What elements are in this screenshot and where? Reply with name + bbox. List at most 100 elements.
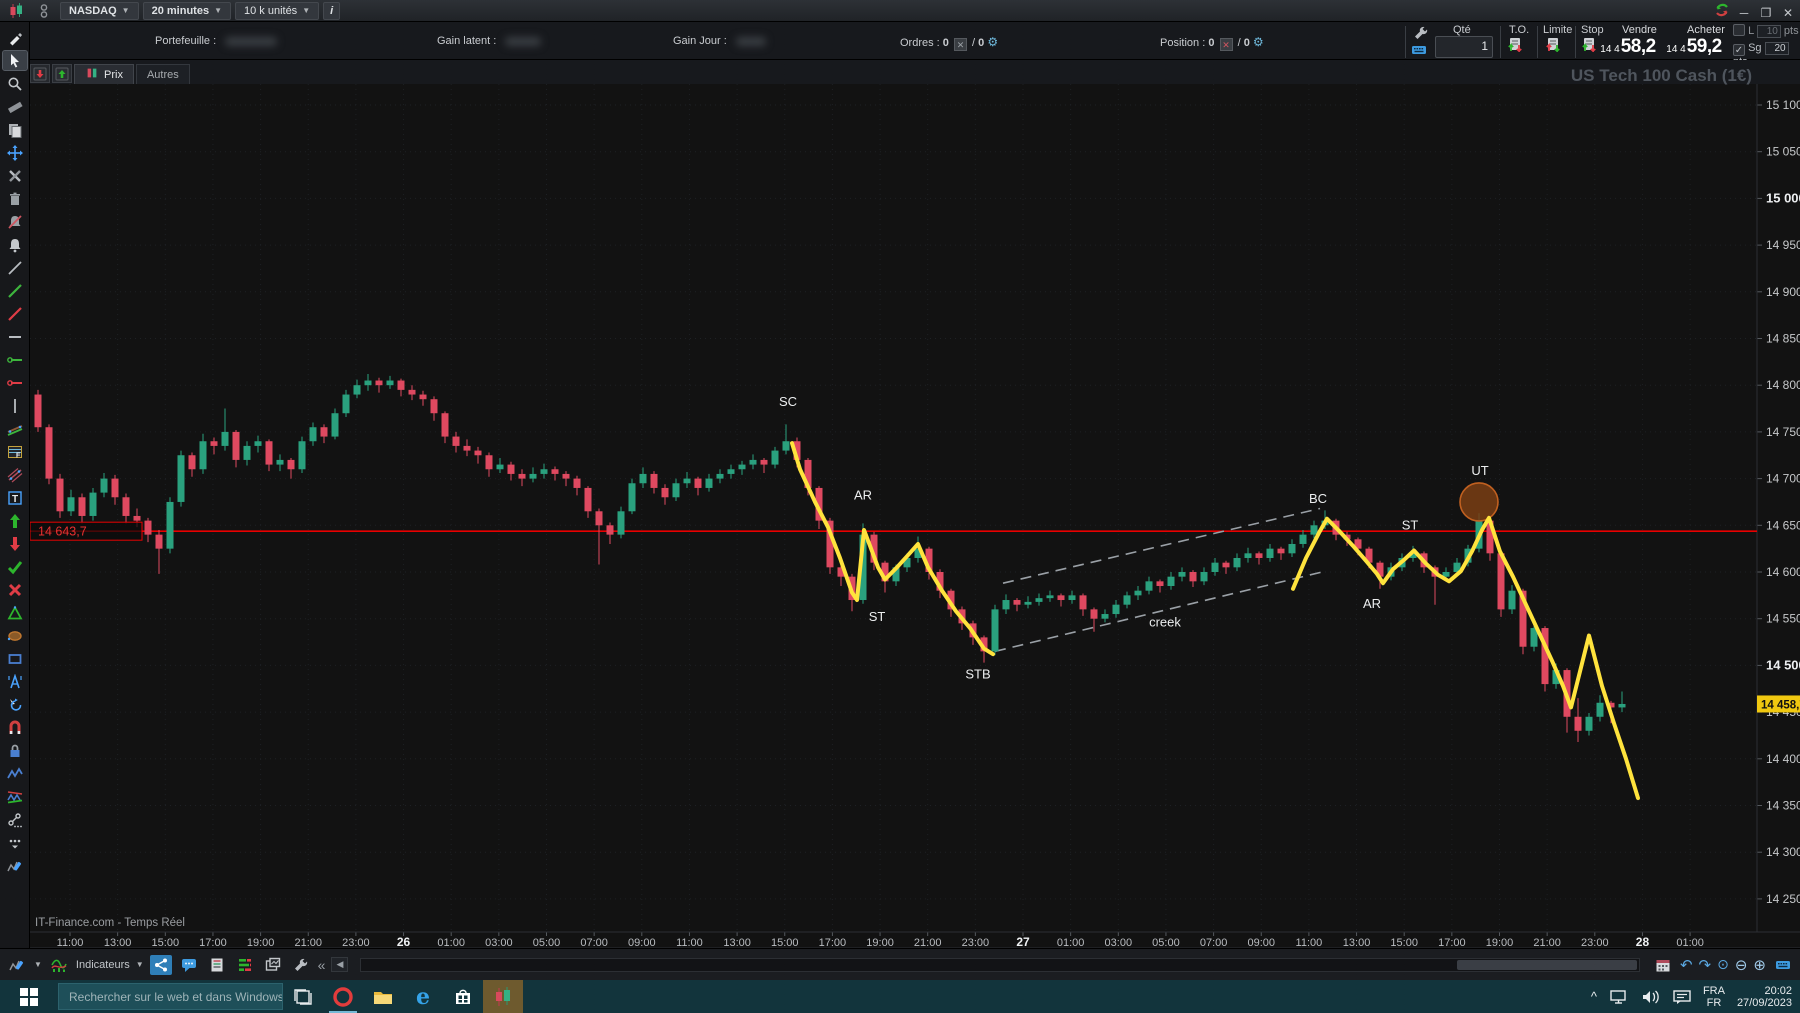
horizontal-line-icon[interactable] [3, 327, 27, 346]
settings-wrench-icon[interactable] [290, 955, 312, 975]
trend-line-green-icon[interactable] [3, 281, 27, 300]
limit-order-icon[interactable] [1545, 36, 1561, 57]
zoom-in-icon[interactable]: ⊕ [1753, 956, 1766, 974]
annotation-sc[interactable]: SC [779, 394, 797, 409]
units-selector[interactable]: 10 k unités ▼ [235, 2, 319, 20]
annotation-bc[interactable]: BC [1309, 491, 1327, 506]
link-icon[interactable] [3, 810, 27, 829]
cancel-orders-icon[interactable]: ✕ [954, 38, 967, 51]
sell-button[interactable]: 14 4 58,2 [1597, 36, 1659, 60]
ellipse-icon[interactable] [3, 626, 27, 645]
calendar-icon[interactable] [1652, 955, 1674, 975]
copy-icon[interactable] [3, 120, 27, 139]
tray-expand-icon[interactable]: ^ [1591, 989, 1597, 1004]
task-view-button[interactable] [283, 980, 323, 1013]
buy-button[interactable]: 14 4 59,2 [1663, 36, 1725, 60]
popup-window-icon[interactable] [262, 955, 284, 975]
select-cursor-icon[interactable] [3, 51, 27, 70]
cross-icon[interactable] [3, 580, 27, 599]
close-position-icon[interactable]: ✕ [1220, 38, 1233, 51]
scroll-left-button[interactable]: ◀ [331, 957, 348, 972]
comment-icon[interactable] [178, 955, 200, 975]
taskbar-app-trading[interactable] [483, 980, 523, 1013]
minimize-button[interactable]: ─ [1736, 6, 1752, 20]
chart-scrollbar[interactable] [360, 958, 1640, 972]
magnet-icon[interactable] [3, 718, 27, 737]
indicateurs-label[interactable]: Indicateurs [76, 959, 130, 971]
turbo-order-icon[interactable] [1507, 36, 1523, 57]
news-icon[interactable] [206, 955, 228, 975]
annotation-ar[interactable]: AR [1363, 596, 1381, 611]
network-icon[interactable] [1609, 989, 1629, 1005]
ut-circle-marker[interactable] [1460, 483, 1498, 521]
ruler-icon[interactable] [3, 97, 27, 116]
instrument-selector[interactable]: NASDAQ ▼ [60, 2, 139, 20]
qty-input[interactable]: 1 [1435, 36, 1493, 58]
scrollbar-thumb[interactable] [1457, 960, 1637, 970]
candlestick-chart[interactable]: 11:0013:0015:0017:0019:0021:0023:002601:… [30, 84, 1800, 948]
taskbar-app-explorer[interactable] [363, 980, 403, 1013]
annotation-st[interactable]: ST [1402, 517, 1419, 532]
rectangle-icon[interactable] [3, 649, 27, 668]
fibonacci-icon[interactable]: F [3, 442, 27, 461]
zoom-icon[interactable] [3, 74, 27, 93]
measure-icon[interactable] [3, 672, 27, 691]
annotation-ut[interactable]: UT [1471, 463, 1488, 478]
chart-edit-icon[interactable] [6, 955, 28, 975]
zigzag-icon[interactable] [3, 764, 27, 783]
orders-settings-icon[interactable]: ⚙ [987, 35, 998, 49]
trash-icon[interactable] [3, 189, 27, 208]
rotate-icon[interactable] [3, 695, 27, 714]
lock-icon[interactable] [3, 741, 27, 760]
chart-background[interactable] [30, 84, 1800, 948]
alarm-icon[interactable] [3, 235, 27, 254]
tools-icon[interactable] [3, 166, 27, 185]
move-icon[interactable] [3, 143, 27, 162]
horizontal-ray-red-icon[interactable] [3, 373, 27, 392]
close-button[interactable]: ✕ [1780, 6, 1796, 20]
clock[interactable]: 20:02 27/09/2023 [1737, 985, 1792, 1009]
l-checkbox[interactable] [1733, 24, 1745, 36]
info-button[interactable]: i [323, 2, 340, 20]
buy-arrow-icon[interactable] [52, 64, 72, 83]
layout-toggle-icon[interactable] [32, 1, 56, 20]
stop-order-icon[interactable] [1581, 36, 1597, 57]
arrow-up-icon[interactable] [3, 511, 27, 530]
vertical-line-icon[interactable] [3, 396, 27, 415]
redo-icon[interactable]: ↷ [1699, 956, 1712, 974]
arrow-down-icon[interactable] [3, 534, 27, 553]
start-button[interactable] [0, 980, 58, 1013]
draw-pencil-icon[interactable] [3, 28, 27, 47]
taskbar-app-edge[interactable]: e [403, 980, 443, 1013]
pitchfork-icon[interactable] [3, 465, 27, 484]
language-indicator[interactable]: FRA FR [1703, 985, 1725, 1009]
sg-pts-input[interactable]: 20 [1765, 42, 1789, 55]
trend-line-icon[interactable] [3, 258, 27, 277]
pattern-icon[interactable] [3, 787, 27, 806]
horizontal-ray-green-icon[interactable] [3, 350, 27, 369]
position-settings-icon[interactable]: ⚙ [1253, 35, 1264, 49]
zoom-reset-icon[interactable]: ⊙ [1717, 956, 1729, 973]
channel-icon[interactable] [3, 419, 27, 438]
notifications-icon[interactable] [1673, 989, 1691, 1005]
check-icon[interactable] [3, 557, 27, 576]
alarm-off-icon[interactable] [3, 212, 27, 231]
search-input[interactable]: Rechercher sur le web et dans Windows [58, 983, 283, 1010]
triangle-icon[interactable] [3, 603, 27, 622]
l-pts-input[interactable]: 10 [1757, 25, 1781, 38]
more-icon[interactable] [3, 833, 27, 852]
volume-icon[interactable] [1641, 989, 1661, 1005]
timeframe-selector[interactable]: 20 minutes ▼ [143, 2, 231, 20]
chart-edit-icon[interactable] [3, 856, 27, 875]
annotation-ar[interactable]: AR [854, 487, 872, 502]
taskbar-app-opera[interactable] [323, 980, 363, 1013]
sell-arrow-icon[interactable] [30, 64, 50, 83]
trend-line-red-icon[interactable] [3, 304, 27, 323]
tab-autres[interactable]: Autres [136, 64, 190, 84]
keyboard-icon[interactable] [1772, 955, 1794, 975]
data-refresh-icon[interactable] [1714, 2, 1730, 23]
depth-icon[interactable] [234, 955, 256, 975]
text-icon[interactable]: T [3, 488, 27, 507]
chart-area[interactable]: 11:0013:0015:0017:0019:0021:0023:002601:… [30, 84, 1800, 948]
collapse-icon[interactable]: « [318, 957, 326, 973]
